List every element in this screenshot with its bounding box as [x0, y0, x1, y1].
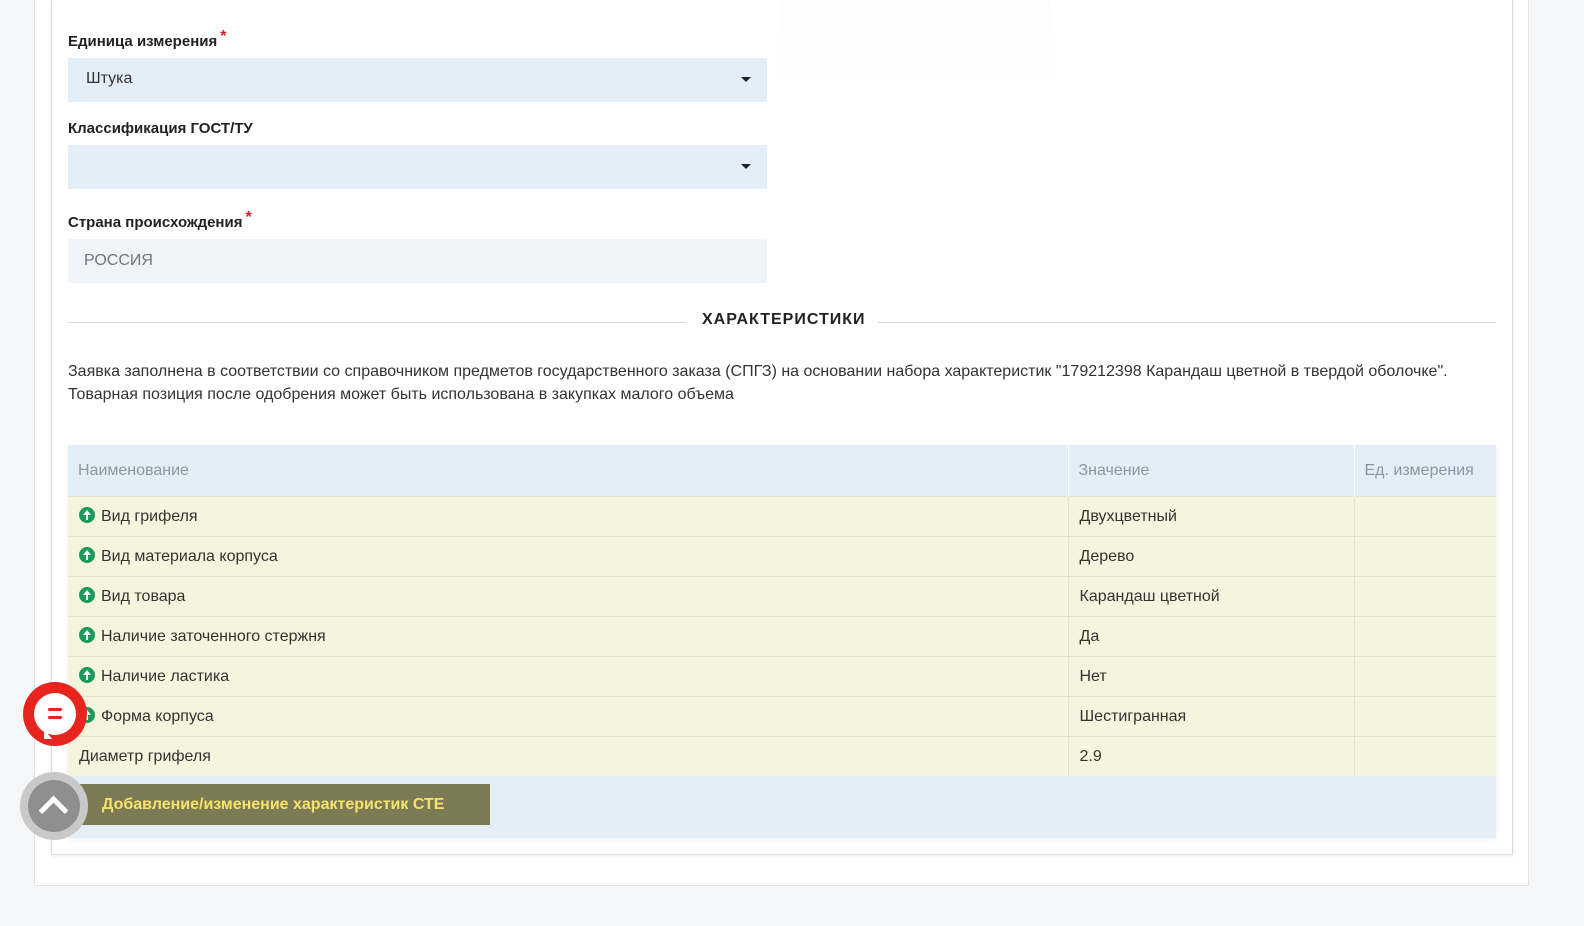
row-unit: [1353, 496, 1496, 537]
table-row[interactable]: Наличие ластика Нет: [68, 656, 1496, 697]
row-value: Карандаш цветной: [1067, 576, 1354, 617]
unit-select-value: Штука: [86, 70, 133, 87]
column-header-unit[interactable]: Ед. измерения: [1353, 445, 1496, 497]
table-row[interactable]: Вид материала корпуса Дерево: [68, 536, 1496, 577]
row-name: Форма корпуса: [101, 708, 214, 725]
unit-label: Единица измерения *: [68, 28, 226, 51]
column-header-name[interactable]: Наименование: [68, 445, 1068, 497]
section-divider-right: [878, 322, 1496, 323]
product-image-placeholder: [780, 0, 1050, 92]
row-unit: [1353, 736, 1496, 776]
table-row[interactable]: Вид товара Карандаш цветной: [68, 576, 1496, 617]
chat-line: [48, 708, 62, 711]
row-name: Вид товара: [101, 588, 186, 605]
chat-line: [48, 716, 62, 719]
up-arrow-circle-icon[interactable]: [79, 587, 95, 603]
row-value: Дерево: [1067, 536, 1354, 577]
table-row[interactable]: Наличие заточенного стержня Да: [68, 616, 1496, 657]
row-unit: [1353, 576, 1496, 617]
row-name-cell: Наличие ластика: [68, 656, 1068, 697]
spgz-note: Заявка заполнена в соответствии со справ…: [68, 361, 1468, 406]
row-name: Наличие заточенного стержня: [101, 628, 326, 645]
row-name-cell: Вид товара: [68, 576, 1068, 617]
country-label: Страна происхождения *: [68, 209, 252, 232]
row-unit: [1353, 696, 1496, 737]
table-row[interactable]: Вид грифеля Двухцветный: [68, 496, 1496, 537]
gost-select[interactable]: [68, 145, 767, 189]
row-value: 2.9: [1067, 736, 1354, 776]
row-name: Вид материала корпуса: [101, 548, 278, 565]
table-row[interactable]: Форма корпуса Шестигранная: [68, 696, 1496, 737]
dropdown-arrow-icon[interactable]: [741, 77, 751, 82]
row-name: Диаметр грифеля: [68, 736, 1068, 776]
row-value: Шестигранная: [1067, 696, 1354, 737]
row-value: Да: [1067, 616, 1354, 657]
edit-characteristics-button[interactable]: Добавление/изменение характеристик СТЕ: [80, 784, 490, 825]
chat-button[interactable]: [23, 682, 87, 746]
row-name-cell: Вид материала корпуса: [68, 536, 1068, 577]
gost-label-text: Классификация ГОСТ/ТУ: [68, 120, 253, 137]
row-name-cell: Форма корпуса: [68, 696, 1068, 737]
gost-label: Классификация ГОСТ/ТУ: [68, 120, 253, 137]
scroll-top-inner: [28, 780, 80, 832]
section-divider-left: [68, 322, 686, 323]
characteristics-table-container: Наименование Значение Ед. измерения Вид …: [68, 445, 1496, 838]
row-value: Двухцветный: [1067, 496, 1354, 537]
required-mark: *: [220, 28, 227, 45]
column-header-value[interactable]: Значение: [1067, 445, 1354, 497]
unit-select[interactable]: Штука: [68, 58, 767, 102]
chat-icon: [34, 693, 76, 739]
up-arrow-circle-icon[interactable]: [79, 667, 95, 683]
country-label-text: Страна происхождения: [68, 214, 243, 231]
section-title: ХАРАКТЕРИСТИКИ: [702, 311, 866, 328]
up-arrow-circle-icon[interactable]: [79, 627, 95, 643]
note-line-2: Товарная позиция после одобрения может б…: [68, 385, 734, 403]
note-line-1: Заявка заполнена в соответствии со справ…: [68, 363, 1448, 380]
row-unit: [1353, 656, 1496, 697]
characteristics-table: Наименование Значение Ед. измерения Вид …: [68, 445, 1496, 776]
up-arrow-circle-icon[interactable]: [79, 507, 95, 523]
row-name-cell: Вид грифеля: [68, 496, 1068, 537]
country-input[interactable]: [68, 239, 767, 283]
chat-tail: [44, 729, 52, 739]
up-arrow-circle-icon[interactable]: [79, 547, 95, 563]
unit-label-text: Единица измерения: [68, 33, 218, 50]
scroll-to-top-button[interactable]: [20, 772, 88, 840]
required-mark: *: [245, 209, 252, 226]
table-row[interactable]: Диаметр грифеля 2.9: [68, 736, 1496, 776]
table-header-row: Наименование Значение Ед. измерения: [68, 445, 1496, 497]
dropdown-arrow-icon[interactable]: [741, 164, 751, 169]
chevron-up-icon: [38, 795, 69, 826]
row-unit: [1353, 616, 1496, 657]
row-value: Нет: [1067, 656, 1354, 697]
row-name: Вид грифеля: [101, 508, 198, 525]
row-unit: [1353, 536, 1496, 577]
row-name-cell: Наличие заточенного стержня: [68, 616, 1068, 657]
row-name: Наличие ластика: [101, 668, 230, 685]
